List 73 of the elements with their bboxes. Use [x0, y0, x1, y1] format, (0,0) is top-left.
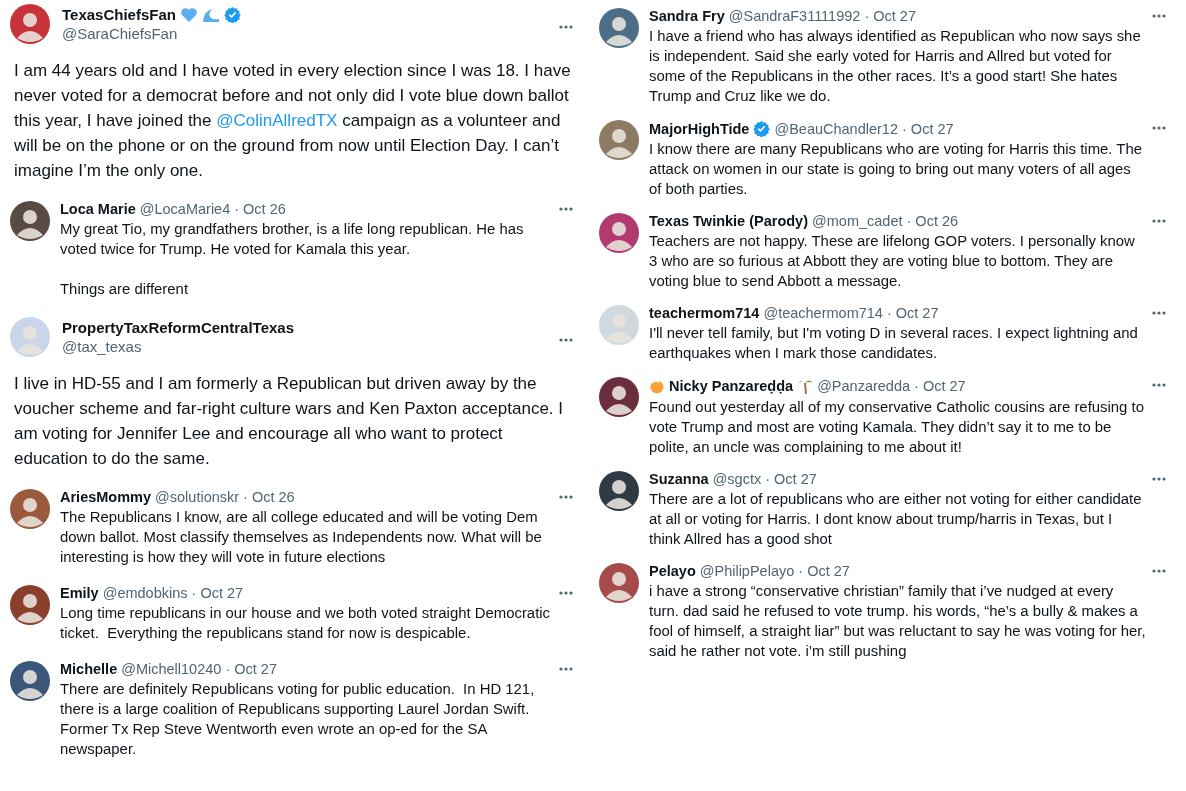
post-text: I know there are many Republicans who are voting for Harris this time. The attack on women in our state is going to bring out many voters of all ages of both parties.	[649, 140, 1143, 199]
post-text: i have a strong “conservative christian” family that i’ve nudged at every turn. dad said he refused to vote trump. his words, “he’s a bully & makes a fool of himself, a straight liar” but was reluctant to say he was voting for her, said he rather not vote. i’m still pushing	[649, 582, 1146, 661]
post-date[interactable]: · Oct 27	[864, 8, 916, 24]
avatar[interactable]	[10, 661, 50, 701]
post-date[interactable]: · Oct 27	[225, 661, 277, 677]
more-icon[interactable]	[559, 495, 573, 499]
avatar[interactable]	[10, 201, 50, 241]
more-icon[interactable]	[559, 25, 573, 29]
post-text: The Republicans I know, are all college educated and will be voting Dem down ballot. Most classify themselves as Independents now. What will be interesting is how they will vote in future elections	[60, 508, 543, 567]
post-text: Teachers are not happy. These are lifelong GOP voters. I personally know 3 who are so furious at Abbott they are voting blue to bottom. They are voting blue to send Abbott a message.	[649, 232, 1136, 291]
user-name[interactable]: AriesMommy	[60, 489, 152, 505]
user-handle[interactable]: @solutionskr	[155, 489, 240, 505]
post-date[interactable]: · Oct 27	[886, 305, 939, 321]
post-text: There are a lot of republicans who are either not voting for either candidate at all or voting for Harris. I dont know about trump/harris in Texas, but I think Allred has a good shot	[649, 490, 1143, 549]
user-name[interactable]: Nicky Panzareḍḍa	[669, 378, 794, 394]
user-handle[interactable]: @teachermom714	[763, 305, 883, 321]
avatar[interactable]	[599, 8, 639, 48]
post-date[interactable]: · Oct 26	[906, 213, 959, 229]
post-date[interactable]: · Oct 26	[234, 201, 286, 217]
user-handle[interactable]: @mom_cadet	[812, 213, 903, 229]
user-name[interactable]: PropertyTaxReformCentralTexas	[62, 319, 295, 336]
post-text: I'll never tell family, but I'm voting D in several races. I expect lightning and earthquakes when I mark those candidates.	[649, 324, 1139, 363]
more-icon[interactable]	[559, 338, 573, 342]
post-date[interactable]: · Oct 27	[902, 120, 954, 137]
user-handle[interactable]: @sgctx	[712, 471, 762, 487]
user-handle[interactable]: @PhilipPelayo	[699, 563, 795, 579]
post-date[interactable]: · Oct 27	[765, 471, 817, 487]
user-name[interactable]: MajorHighTide	[649, 120, 750, 137]
post-text: I have a friend who has always identified as Republican who now says she is independent. Said she early voted for Harris and Allred but voted for some of the Republicans in the other races. It’s a good start! She hates Trump and Cruz like we do.	[649, 27, 1142, 106]
user-handle[interactable]: @Panzaredda	[817, 378, 911, 394]
more-icon[interactable]	[1152, 383, 1166, 387]
user-name[interactable]: Sandra Fry	[649, 8, 725, 24]
post-date[interactable]: · Oct 27	[914, 378, 966, 394]
post-text: Long time republicans in our house and we both voted straight Democratic ticket. Everything the republicans stand for now is despicable.	[60, 604, 552, 643]
post-date[interactable]: · Oct 26	[243, 489, 295, 505]
user-handle[interactable]: @BeauChandler12	[774, 120, 898, 137]
post-text: Found out yesterday all of my conservative Catholic cousins are refusing to vote Trump and most are voting Kamala. They didn’t say it to me to be polite, an uncle was complaining to me about it!	[649, 398, 1145, 457]
user-handle[interactable]: @Michell10240	[121, 661, 222, 677]
avatar[interactable]	[10, 4, 50, 44]
user-name[interactable]: Loca Marie	[60, 201, 136, 217]
avatar[interactable]	[599, 563, 639, 603]
post-date[interactable]: · Oct 27	[798, 563, 850, 579]
user-handle[interactable]: @SandraF31111992	[728, 8, 861, 24]
user-handle[interactable]: @tax_texas	[62, 338, 551, 355]
post-text: I am 44 years old and I have voted in every election since I was 18. I have never voted for a democrat before and not only did I vote blue down ballot this year, I have joined the @ColinAllredTX campaign as a volunteer and will be on the phone or on the ground from now until Election Day. I can’t imagine I’m the only one.	[13, 60, 572, 182]
more-icon[interactable]	[559, 591, 573, 595]
user-name[interactable]: Michelle	[60, 661, 118, 677]
user-name[interactable]: Texas Twinkie (Parody)	[649, 213, 808, 229]
more-icon[interactable]	[559, 667, 573, 671]
user-name[interactable]: teachermom714	[649, 305, 760, 321]
post-text: I live in HD-55 and I am formerly a Republican but driven away by the voucher scheme and far-right culture wars and Ken Paxton acceptance. I am voting for Jennifer Lee and encourage all who want to protect education to do the same.	[13, 373, 565, 470]
user-handle[interactable]: @SaraChiefsFan	[62, 25, 551, 42]
user-handle[interactable]: @emdobkins	[102, 585, 188, 601]
more-icon[interactable]	[1152, 477, 1166, 481]
avatar[interactable]	[599, 213, 639, 253]
avatar[interactable]	[10, 585, 50, 625]
user-name[interactable]: TexasChiefsFan	[62, 6, 176, 23]
user-name[interactable]: Emily	[60, 585, 99, 601]
more-icon[interactable]	[1152, 126, 1166, 130]
user-handle[interactable]: @LocaMarie4	[139, 201, 231, 217]
user-name[interactable]: Suzanna	[649, 471, 709, 487]
post-date[interactable]: · Oct 27	[191, 585, 244, 601]
post-text: There are definitely Republicans voting for public education. In HD 121, there is a large coalition of Republicans supporting Laurel Jordan Swift. Former Tx Rep Steve Wentworth even wrote an op-ed for the SA newspaper.	[60, 680, 536, 759]
avatar[interactable]	[599, 377, 639, 417]
more-icon[interactable]	[559, 207, 573, 211]
post-text: My great Tio, my grandfathers brother, is a life long republican. He has voted twice for Trump. He voted for Kamala this year. Things are different	[60, 220, 525, 299]
more-icon[interactable]	[1152, 14, 1166, 18]
user-name[interactable]: Pelayo	[649, 563, 696, 579]
more-icon[interactable]	[1152, 219, 1166, 223]
avatar[interactable]	[599, 471, 639, 511]
more-icon[interactable]	[1152, 569, 1166, 573]
avatar[interactable]	[10, 489, 50, 529]
more-icon[interactable]	[1152, 311, 1166, 315]
